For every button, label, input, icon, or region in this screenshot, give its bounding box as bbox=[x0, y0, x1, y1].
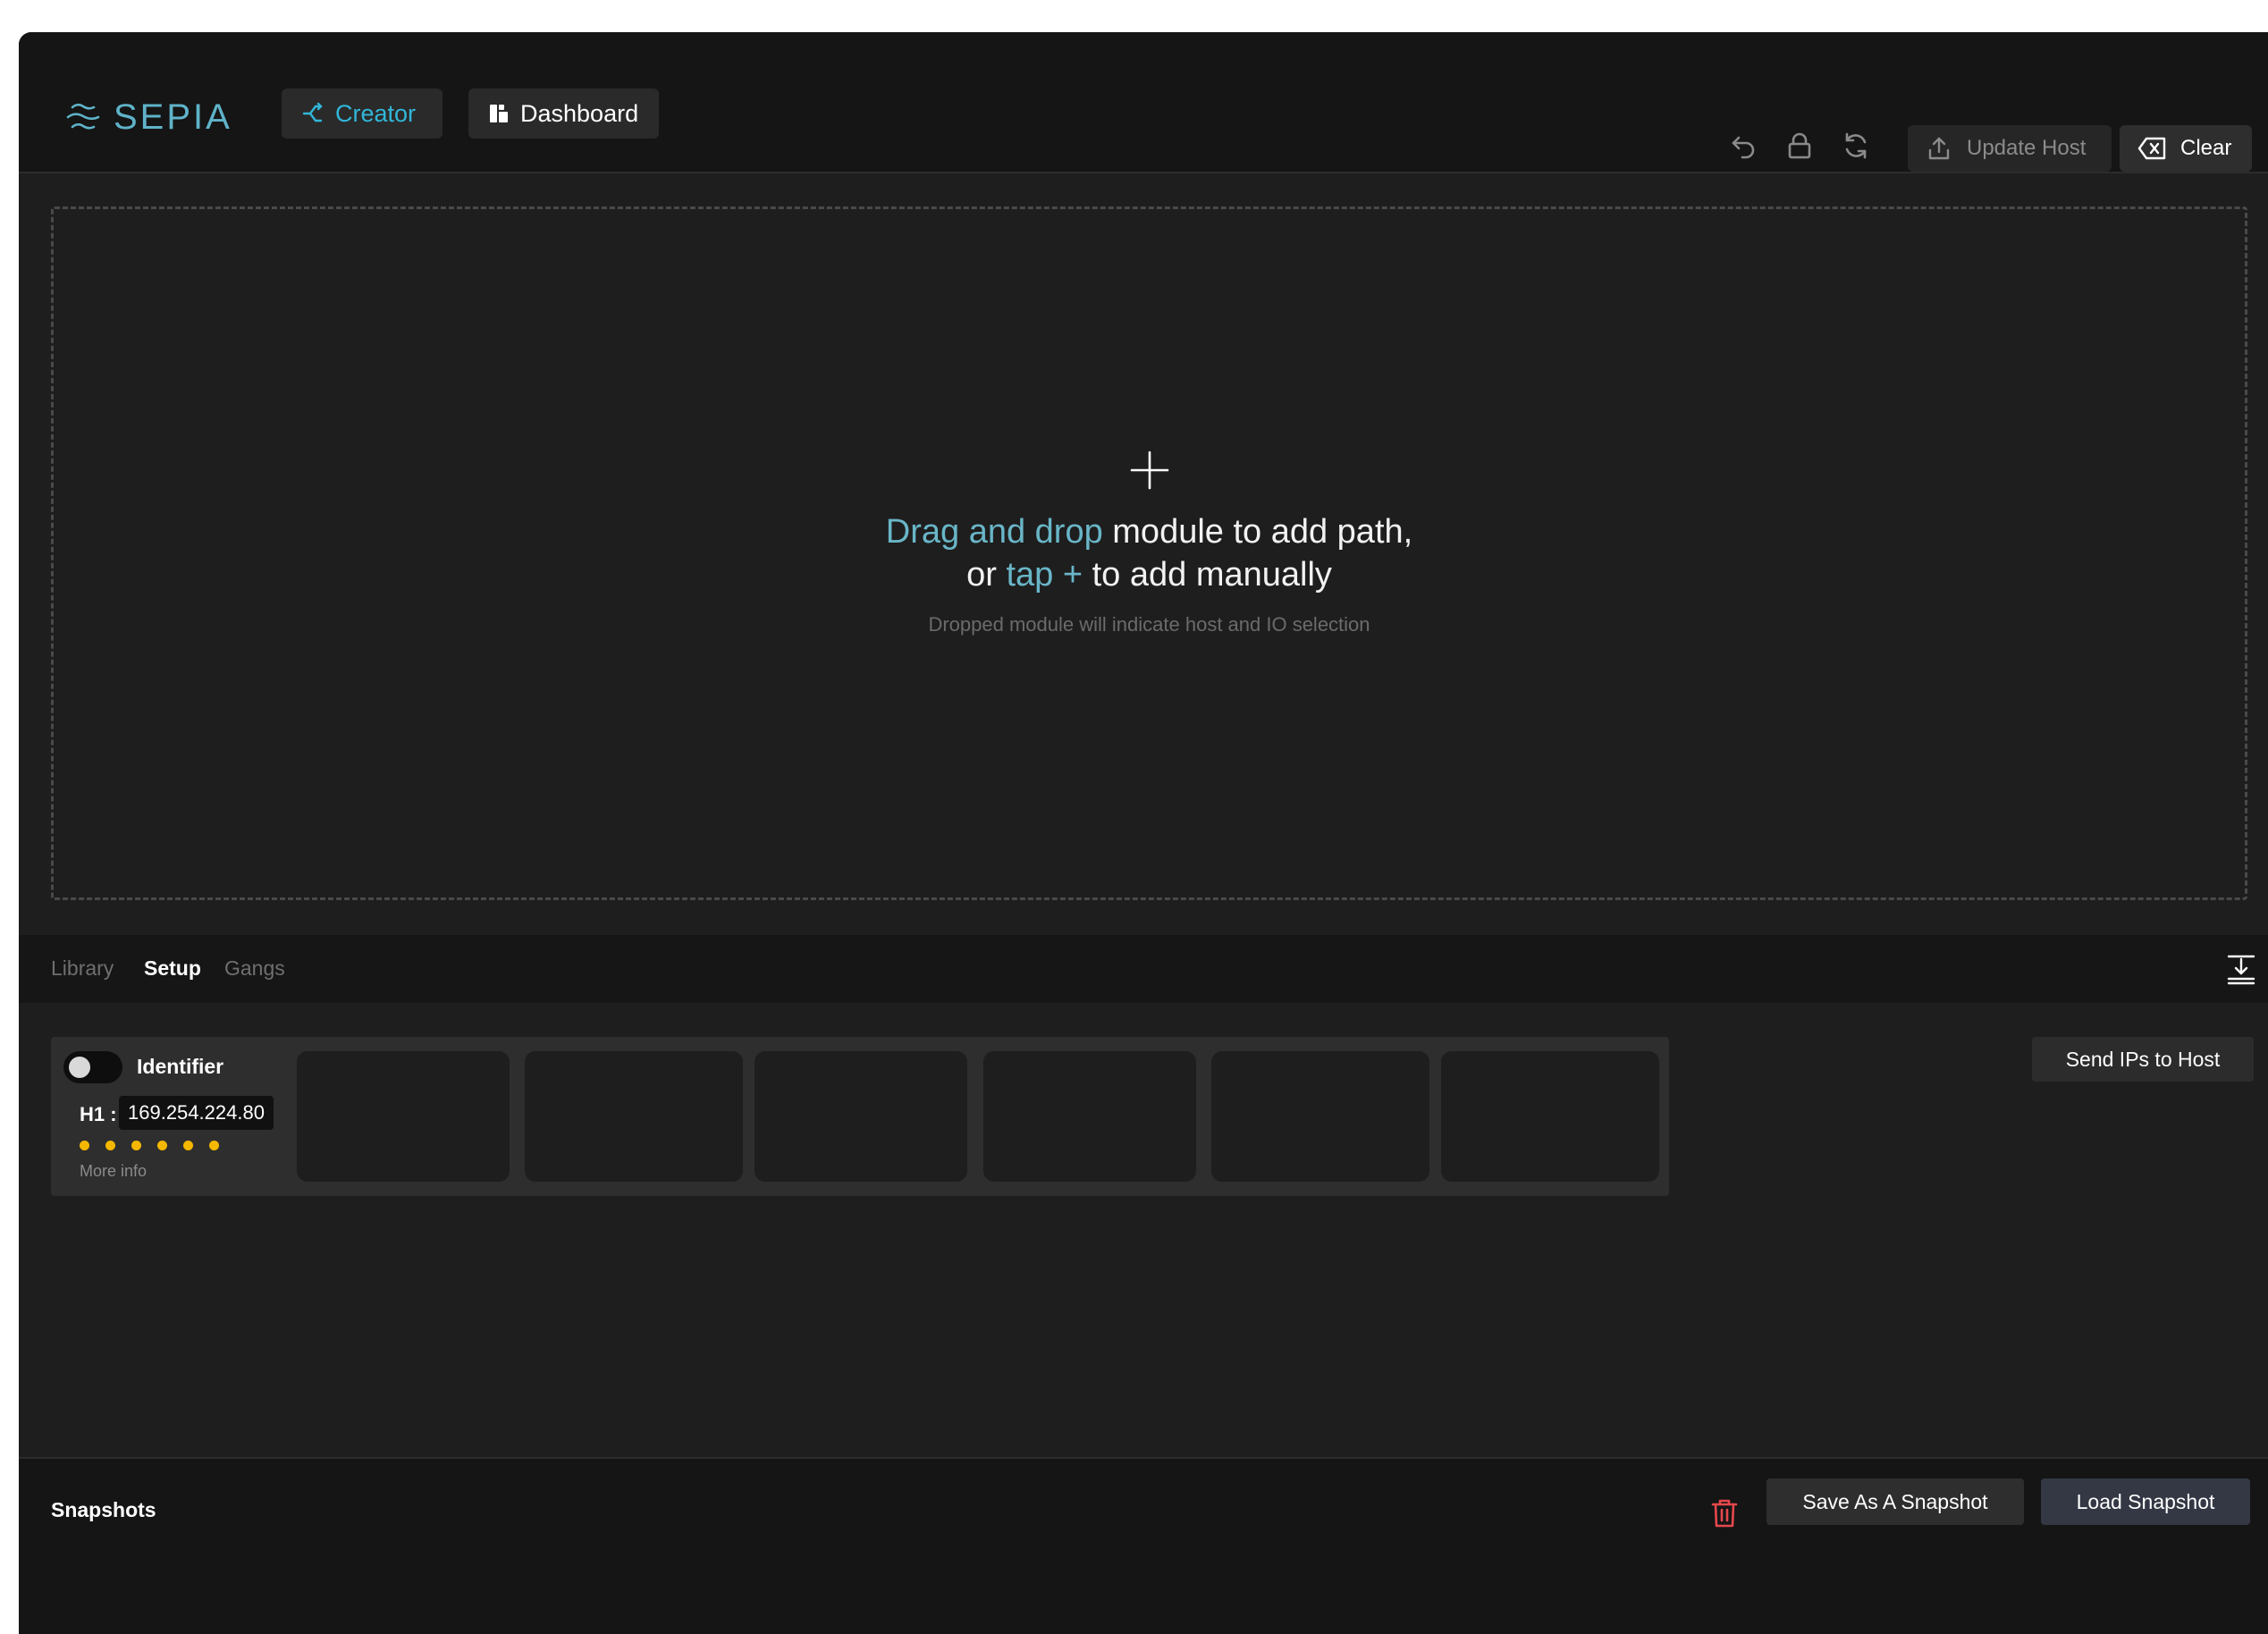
add-plus-icon[interactable] bbox=[1130, 451, 1169, 490]
logo-text: SEPIA bbox=[114, 97, 232, 137]
tab-gangs[interactable]: Gangs bbox=[224, 956, 285, 981]
toggle-knob bbox=[69, 1057, 90, 1078]
save-snapshot-button[interactable]: Save As A Snapshot bbox=[1766, 1478, 2024, 1525]
collapse-panel-icon[interactable] bbox=[2227, 955, 2255, 985]
upload-icon bbox=[1928, 137, 1950, 160]
refresh-icon bbox=[1845, 132, 1867, 159]
wave-logo-icon bbox=[66, 103, 100, 130]
tab-setup[interactable]: Setup bbox=[144, 956, 201, 981]
update-host-button[interactable]: Update Host bbox=[1908, 125, 2112, 172]
drop-instruction-line1: Drag and drop module to add path, bbox=[54, 513, 2245, 552]
status-dot bbox=[131, 1141, 141, 1150]
nav-dashboard-button[interactable]: Dashboard bbox=[468, 88, 659, 139]
drop-instruction-rest: module to add path, bbox=[1102, 513, 1413, 551]
load-snapshot-button[interactable]: Load Snapshot bbox=[2041, 1478, 2250, 1525]
snapshots-title: Snapshots bbox=[51, 1498, 156, 1521]
status-dot bbox=[80, 1141, 89, 1150]
drag-drop-accent: Drag and drop bbox=[885, 513, 1103, 551]
host-label: H1 : bbox=[80, 1103, 117, 1125]
backspace-icon bbox=[2137, 137, 2166, 160]
host-ip-field[interactable]: 169.254.224.80 bbox=[119, 1096, 274, 1130]
path-drop-zone[interactable]: Drag and drop module to add path, or tap… bbox=[51, 206, 2247, 900]
update-host-label: Update Host bbox=[1967, 136, 2087, 160]
clear-label: Clear bbox=[2180, 136, 2232, 160]
status-dots bbox=[80, 1141, 219, 1150]
nav-dashboard-label: Dashboard bbox=[520, 99, 639, 127]
status-dot bbox=[157, 1141, 167, 1150]
dashboard-icon bbox=[490, 105, 508, 122]
drop-zone-subtitle: Dropped module will indicate host and IO… bbox=[928, 613, 1370, 636]
module-slot[interactable] bbox=[983, 1051, 1196, 1182]
send-ips-to-host-button[interactable]: Send IPs to Host bbox=[2032, 1037, 2254, 1082]
identifier-toggle[interactable] bbox=[63, 1051, 122, 1083]
app-window: SEPIA Creator Dashboard Update Host Clea… bbox=[19, 32, 2268, 1634]
module-slot[interactable] bbox=[1211, 1051, 1429, 1182]
status-dot bbox=[209, 1141, 219, 1150]
drop-instruction-line2: or tap + to add manually bbox=[54, 556, 2245, 594]
identifier-label: Identifier bbox=[137, 1055, 224, 1078]
module-slot[interactable] bbox=[297, 1051, 510, 1182]
module-slot[interactable] bbox=[525, 1051, 743, 1182]
status-dot bbox=[183, 1141, 193, 1150]
lock-icon bbox=[1788, 132, 1811, 159]
status-dot bbox=[105, 1141, 115, 1150]
drop-instruction-suffix: to add manually bbox=[1083, 556, 1332, 594]
undo-icon bbox=[1732, 136, 1755, 159]
module-slot[interactable] bbox=[1441, 1051, 1659, 1182]
sepia-logo[interactable]: SEPIA bbox=[65, 95, 232, 139]
top-header: SEPIA Creator Dashboard Update Host Clea… bbox=[19, 32, 2268, 173]
more-info-link[interactable]: More info bbox=[80, 1162, 147, 1181]
host-device-card: Identifier H1 : 169.254.224.80 More info bbox=[51, 1037, 1669, 1196]
nav-creator-label: Creator bbox=[335, 99, 417, 127]
module-slot[interactable] bbox=[755, 1051, 967, 1182]
trash-icon[interactable] bbox=[1711, 1498, 1738, 1529]
share-icon bbox=[302, 102, 323, 122]
bottom-tabs-bar: Library Setup Gangs bbox=[19, 935, 2268, 1003]
nav-creator-button[interactable]: Creator bbox=[282, 88, 443, 139]
lock-button[interactable] bbox=[1784, 131, 1815, 161]
drop-instruction-prefix: or bbox=[966, 556, 1007, 594]
tab-library[interactable]: Library bbox=[51, 956, 114, 981]
snapshots-bar: Snapshots Save As A Snapshot Load Snapsh… bbox=[19, 1457, 2268, 1634]
clear-button[interactable]: Clear bbox=[2120, 125, 2252, 172]
tap-plus-accent: tap + bbox=[1006, 556, 1083, 594]
refresh-button[interactable] bbox=[1841, 131, 1871, 161]
undo-button[interactable] bbox=[1728, 131, 1758, 161]
